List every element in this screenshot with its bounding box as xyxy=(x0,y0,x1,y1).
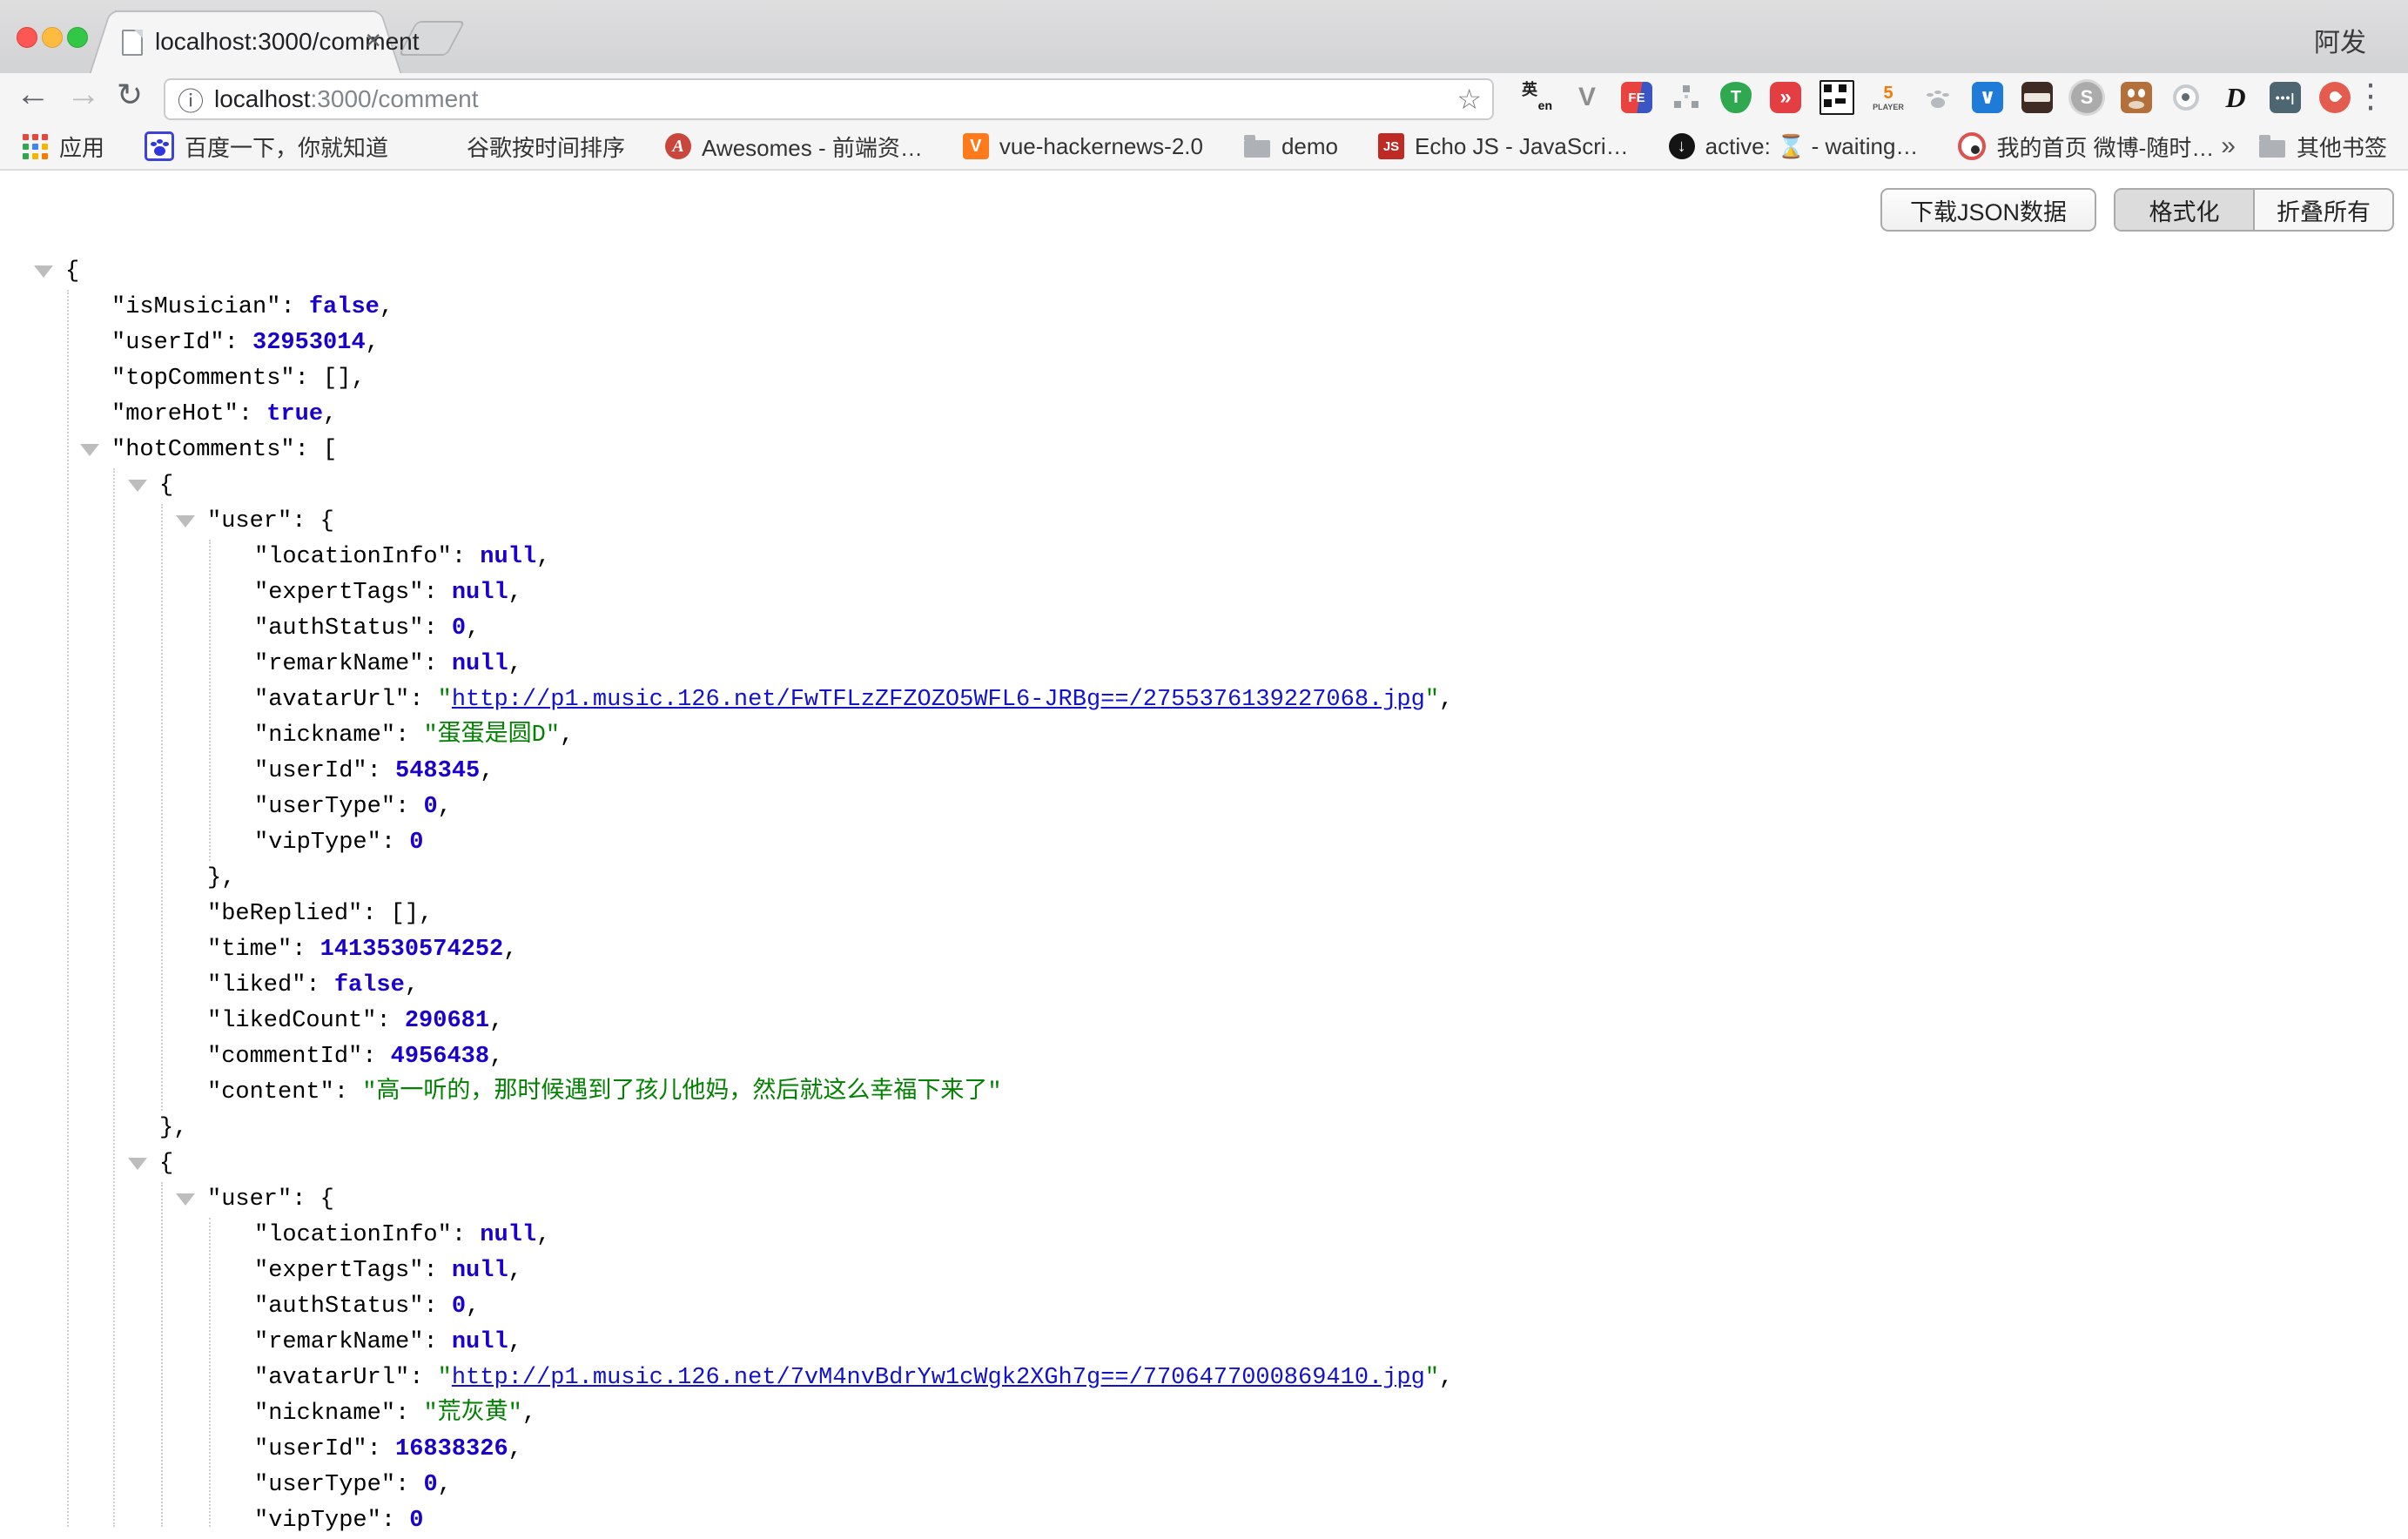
json-line: "userId": 16838326, xyxy=(254,1432,522,1468)
json-line: "commentId": 4956438, xyxy=(207,1039,503,1075)
json-line: "remarkName": null, xyxy=(254,1325,522,1361)
indent-guide xyxy=(209,1218,211,1527)
tab-close-icon[interactable]: × xyxy=(365,24,381,57)
json-line: "userId": 548345, xyxy=(254,754,494,790)
json-line: "nickname": "荒灰黄", xyxy=(254,1396,536,1432)
collapse-toggle-icon[interactable] xyxy=(176,515,195,528)
collapse-toggle-icon[interactable] xyxy=(128,480,147,492)
tab-favicon-page-icon xyxy=(122,30,143,56)
collapse-toggle-icon[interactable] xyxy=(176,1193,195,1206)
browser-window: localhost:3000/comment × 阿发 ← → ↻ ⓘ loca… xyxy=(0,0,2408,1527)
json-line: "avatarUrl": "http://p1.music.126.net/7v… xyxy=(254,1361,1453,1396)
json-line: "liked": false, xyxy=(207,968,419,1004)
json-line: "topComments": [], xyxy=(111,361,366,397)
collapse-toggle-icon[interactable] xyxy=(34,265,53,278)
indent-guide xyxy=(161,1182,163,1527)
json-line: { xyxy=(159,1146,173,1182)
json-line: "expertTags": null, xyxy=(254,575,522,611)
json-line: "moreHot": true, xyxy=(111,397,337,433)
json-line: "userId": 32953014, xyxy=(111,326,380,361)
json-line: "likedCount": 290681, xyxy=(207,1004,503,1039)
indent-guide xyxy=(67,290,69,1527)
json-line: "user": { xyxy=(207,1182,334,1218)
json-url-link[interactable]: http://p1.music.126.net/FwTFLzZFZOZO5WFL… xyxy=(452,687,1425,713)
json-line: "locationInfo": null, xyxy=(254,1218,550,1253)
indent-guide xyxy=(113,468,115,1527)
json-line: "locationInfo": null, xyxy=(254,540,550,575)
json-line: "isMusician": false, xyxy=(111,290,393,326)
json-line: "time": 1413530574252, xyxy=(207,932,517,968)
json-line: "beReplied": [], xyxy=(207,897,433,932)
json-line: "remarkName": null, xyxy=(254,647,522,682)
json-line: "vipType": 0 xyxy=(254,825,423,861)
indent-guide xyxy=(161,504,163,1111)
json-line: "hotComments": [ xyxy=(111,433,337,468)
json-line: }, xyxy=(207,861,235,897)
json-line: "expertTags": null, xyxy=(254,1253,522,1289)
json-line: "userType": 0, xyxy=(254,1468,452,1503)
indent-guide xyxy=(209,540,211,861)
json-line: "user": { xyxy=(207,504,334,540)
json-line: "content": "高一听的，那时候遇到了孩儿他妈，然后就这么幸福下来了" xyxy=(207,1075,1002,1111)
json-line: }, xyxy=(159,1111,187,1146)
json-url-link[interactable]: http://p1.music.126.net/7vM4nvBdrYw1cWgk… xyxy=(452,1365,1425,1391)
json-line: "authStatus": 0, xyxy=(254,611,480,647)
collapse-toggle-icon[interactable] xyxy=(128,1158,147,1170)
json-viewer: { "isMusician": false,"userId": 32953014,… xyxy=(0,0,2408,1527)
json-line: "authStatus": 0, xyxy=(254,1289,480,1325)
json-line: { xyxy=(65,254,79,290)
json-line: "userType": 0, xyxy=(254,790,452,825)
json-line: { xyxy=(159,468,173,504)
json-line: "avatarUrl": "http://p1.music.126.net/Fw… xyxy=(254,682,1453,718)
collapse-toggle-icon[interactable] xyxy=(80,444,99,456)
json-line: "vipType": 0 xyxy=(254,1503,423,1539)
json-line: "nickname": "蛋蛋是圆D", xyxy=(254,718,574,754)
